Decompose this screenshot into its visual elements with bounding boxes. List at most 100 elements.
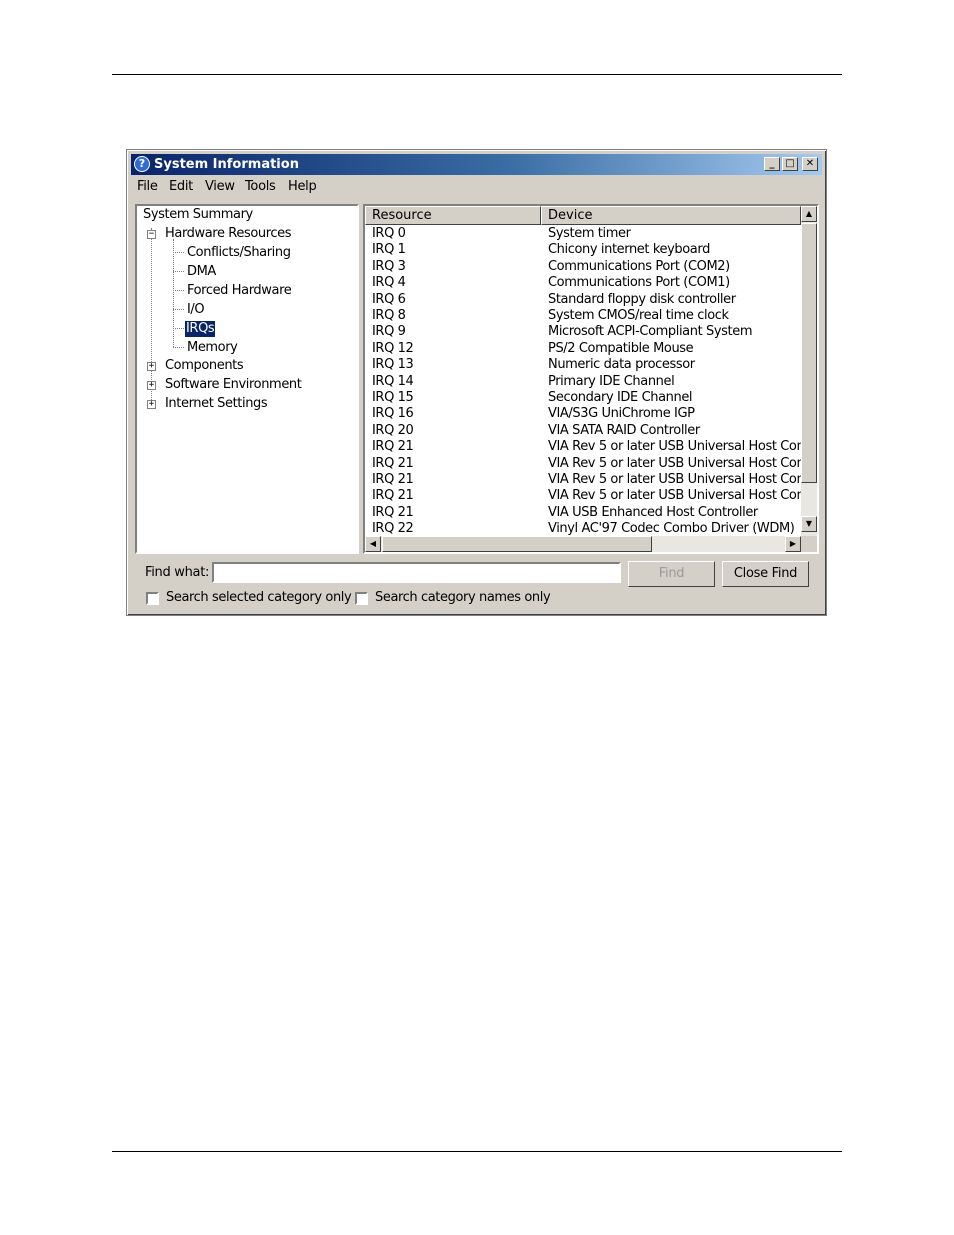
vertical-scrollbar[interactable]: ▲ ▼ xyxy=(801,206,817,536)
device-cell: Secondary IDE Channel xyxy=(548,390,693,405)
page-bottom-rule xyxy=(112,1151,842,1152)
resource-cell: IRQ 21 xyxy=(372,488,414,504)
tree-connector xyxy=(173,328,184,329)
device-cell: Primary IDE Channel xyxy=(548,373,675,389)
title-bar[interactable]: ? System Information _ □ ✕ xyxy=(131,154,822,175)
table-row[interactable]: IRQ 21 VIA Rev 5 or later USB Universal H… xyxy=(365,488,801,504)
resource-cell: IRQ 13 xyxy=(372,357,414,373)
table-row[interactable]: IRQ 21 VIA Rev 5 or later USB Universal H… xyxy=(365,456,801,472)
table-row[interactable]: IRQ 20 VIA SATA RAID Controller xyxy=(365,423,801,439)
tree-connector xyxy=(173,347,184,348)
tree-connector xyxy=(173,252,184,253)
table-row[interactable]: IRQ 15 Secondary IDE Channel xyxy=(365,390,801,406)
resource-cell: IRQ 22 xyxy=(372,521,414,537)
table-row[interactable]: IRQ 3 Communications Port (COM2) xyxy=(365,259,801,275)
find-what-input[interactable] xyxy=(212,562,621,583)
tree-item-components[interactable]: Components xyxy=(165,358,244,374)
tree-connector xyxy=(151,228,152,402)
tree-item-conflicts-sharing[interactable]: Conflicts/Sharing xyxy=(187,245,291,261)
table-row[interactable]: IRQ 22 Vinyl AC'97 Codec Combo Driver (WD… xyxy=(365,521,801,537)
device-cell: VIA Rev 5 or later USB Universal Host Co… xyxy=(548,472,801,487)
search-selected-category-label: Search selected category only xyxy=(166,590,352,605)
device-cell: Numeric data processor xyxy=(548,357,695,373)
scroll-left-icon[interactable]: ◀ xyxy=(365,536,381,552)
table-row[interactable]: IRQ 12 PS/2 Compatible Mouse xyxy=(365,341,801,357)
device-cell: Communications Port (COM2) xyxy=(548,258,730,274)
expand-icon[interactable]: + xyxy=(147,400,156,409)
tree-item-system-summary[interactable]: System Summary xyxy=(143,207,253,223)
device-cell: System CMOS/real time clock xyxy=(548,308,729,323)
maximize-button[interactable]: □ xyxy=(782,157,798,171)
find-what-label: Find what: xyxy=(145,565,210,580)
horizontal-scrollbar[interactable]: ◀ ▶ xyxy=(365,536,801,552)
device-cell: Microsoft ACPI-Compliant System xyxy=(548,324,753,340)
device-cell: VIA Rev 5 or later USB Universal Host Co… xyxy=(548,439,801,455)
resource-cell: IRQ 4 xyxy=(372,275,406,291)
resource-cell: IRQ 14 xyxy=(372,373,414,389)
tree-item-dma[interactable]: DMA xyxy=(187,264,216,280)
tree-item-internet-settings[interactable]: Internet Settings xyxy=(165,396,268,412)
irq-list-view[interactable]: Resource Device IRQ 0 System timer IRQ 1 Ch… xyxy=(363,204,819,554)
menu-edit[interactable]: Edit xyxy=(169,179,193,194)
tree-connector xyxy=(173,309,184,310)
vertical-scroll-thumb[interactable] xyxy=(801,223,817,483)
device-cell: VIA/S3G UniChrome IGP xyxy=(548,406,695,422)
scroll-down-icon[interactable]: ▼ xyxy=(801,516,817,532)
help-info-icon: ? xyxy=(134,156,150,172)
device-cell: VIA USB Enhanced Host Controller xyxy=(548,504,758,520)
scroll-up-icon[interactable]: ▲ xyxy=(801,206,817,222)
resource-cell: IRQ 16 xyxy=(372,406,414,422)
column-header-device[interactable]: Device xyxy=(541,206,801,225)
tree-item-memory[interactable]: Memory xyxy=(187,340,238,356)
search-category-names-checkbox[interactable] xyxy=(355,592,368,605)
device-cell: Vinyl AC'97 Codec Combo Driver (WDM) xyxy=(548,521,795,537)
tree-item-irqs[interactable]: IRQs xyxy=(185,321,216,337)
horizontal-scroll-thumb[interactable] xyxy=(382,536,652,552)
device-cell: VIA SATA RAID Controller xyxy=(548,422,700,438)
tree-item-forced-hardware[interactable]: Forced Hardware xyxy=(187,283,292,299)
list-rows: IRQ 0 System timer IRQ 1 Chicony internet k… xyxy=(365,226,801,538)
device-cell: Communications Port (COM1) xyxy=(548,275,730,291)
menu-tools[interactable]: Tools xyxy=(245,179,276,194)
device-cell: Chicony internet keyboard xyxy=(548,242,710,258)
table-row[interactable]: IRQ 16 VIA/S3G UniChrome IGP xyxy=(365,406,801,422)
window-title: System Information xyxy=(154,157,299,172)
table-row[interactable]: IRQ 21 VIA USB Enhanced Host Controller xyxy=(365,505,801,521)
expand-icon[interactable]: + xyxy=(147,381,156,390)
resource-cell: IRQ 21 xyxy=(372,504,414,520)
system-information-window: ? System Information _ □ ✕ File Edit Vie… xyxy=(126,149,827,616)
column-header-resource[interactable]: Resource xyxy=(365,206,541,225)
table-row[interactable]: IRQ 21 VIA Rev 5 or later USB Universal H… xyxy=(365,472,801,488)
tree-connector xyxy=(173,239,174,347)
table-row[interactable]: IRQ 14 Primary IDE Channel xyxy=(365,374,801,390)
search-category-names-label: Search category names only xyxy=(375,590,551,605)
scroll-right-icon[interactable]: ▶ xyxy=(785,536,801,552)
table-row[interactable]: IRQ 0 System timer xyxy=(365,226,801,242)
device-cell: VIA Rev 5 or later USB Universal Host Co… xyxy=(548,488,801,504)
minimize-button[interactable]: _ xyxy=(764,157,780,171)
table-row[interactable]: IRQ 8 System CMOS/real time clock xyxy=(365,308,801,324)
menu-help[interactable]: Help xyxy=(288,179,317,194)
close-button[interactable]: ✕ xyxy=(802,157,818,171)
menu-view[interactable]: View xyxy=(205,179,235,194)
category-tree[interactable]: System Summary − Hardware Resources Conf… xyxy=(135,204,359,554)
resource-cell: IRQ 6 xyxy=(372,291,406,307)
search-selected-category-checkbox[interactable] xyxy=(146,592,159,605)
expand-icon[interactable]: + xyxy=(147,362,156,371)
table-row[interactable]: IRQ 13 Numeric data processor xyxy=(365,357,801,373)
tree-item-hardware-resources[interactable]: Hardware Resources xyxy=(165,226,291,242)
table-row[interactable]: IRQ 21 VIA Rev 5 or later USB Universal H… xyxy=(365,439,801,455)
tree-item-software-environment[interactable]: Software Environment xyxy=(165,377,302,393)
table-row[interactable]: IRQ 9 Microsoft ACPI-Compliant System xyxy=(365,324,801,340)
table-row[interactable]: IRQ 4 Communications Port (COM1) xyxy=(365,275,801,291)
table-row[interactable]: IRQ 1 Chicony internet keyboard xyxy=(365,242,801,258)
tree-item-io[interactable]: I/O xyxy=(187,302,205,318)
collapse-icon[interactable]: − xyxy=(147,230,156,239)
resource-cell: IRQ 21 xyxy=(372,455,414,471)
menu-file[interactable]: File xyxy=(137,179,158,194)
resource-cell: IRQ 21 xyxy=(372,472,414,487)
resource-cell: IRQ 1 xyxy=(372,242,406,258)
close-find-button[interactable]: Close Find xyxy=(722,561,809,587)
table-row[interactable]: IRQ 6 Standard floppy disk controller xyxy=(365,292,801,308)
find-button[interactable]: Find xyxy=(628,561,715,587)
